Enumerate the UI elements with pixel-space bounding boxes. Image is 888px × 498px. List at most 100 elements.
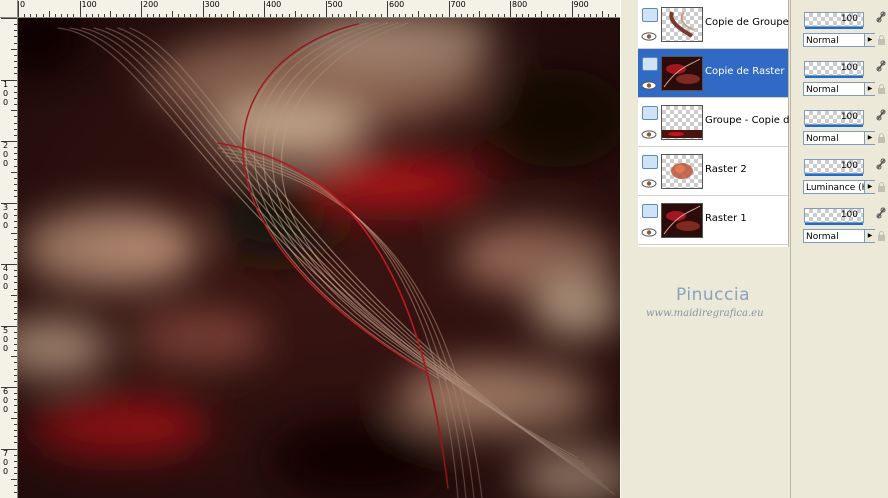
- opacity-slider[interactable]: 100: [804, 61, 864, 78]
- ruler-tick: [583, 14, 585, 17]
- dropdown-arrow-icon[interactable]: ▶: [864, 34, 875, 46]
- lock-icon[interactable]: [877, 84, 886, 94]
- layer-thumbnail: [661, 7, 703, 42]
- ruler-tick: [91, 14, 93, 17]
- layer-name: Groupe - Copie de R: [705, 115, 789, 126]
- ruler-tick: [368, 14, 370, 17]
- ruler-tick: [190, 14, 192, 17]
- ruler-tick: [491, 14, 493, 17]
- opacity-slider[interactable]: 100: [804, 159, 864, 176]
- ruler-label: 6: [3, 387, 9, 396]
- layers-list: Copie de Groupe - C Copie de Raster 1 Gr…: [638, 0, 789, 247]
- ruler-label: 900: [573, 0, 589, 9]
- opacity-slider[interactable]: 100: [804, 12, 864, 29]
- ruler-label: 0: [3, 273, 9, 282]
- dropdown-arrow-icon[interactable]: ▶: [864, 83, 875, 95]
- ruler-tick: [208, 14, 210, 17]
- eye-icon[interactable]: [641, 179, 657, 188]
- ruler-top[interactable]: 0 100 200 300 400 500 600 700 800 900: [0, 0, 620, 18]
- eye-icon[interactable]: [641, 32, 657, 41]
- lock-icon[interactable]: [877, 231, 886, 241]
- ruler-tick: [14, 245, 17, 247]
- eye-icon[interactable]: [641, 228, 657, 237]
- ruler-tick: [14, 423, 17, 425]
- lock-icon[interactable]: [877, 182, 886, 192]
- ruler-tick: [184, 14, 186, 17]
- layer-name: Raster 2: [705, 164, 747, 175]
- ruler-tick: [14, 239, 17, 241]
- ruler-tick: [147, 14, 149, 17]
- layer-row-copie-de-raster-1[interactable]: Copie de Raster 1: [638, 49, 789, 98]
- layer-icon: [642, 57, 658, 71]
- link-icon[interactable]: [876, 109, 886, 121]
- ruler-tick: [14, 430, 17, 432]
- opacity-value: 100: [840, 161, 858, 171]
- ruler-tick: [245, 14, 247, 17]
- ruler-tick: [288, 14, 290, 17]
- ruler-tick: [61, 14, 63, 17]
- ruler-tick: [14, 159, 17, 161]
- ruler-tick: [171, 11, 173, 17]
- ruler-tick: [14, 251, 17, 253]
- link-icon[interactable]: [876, 60, 886, 72]
- lock-icon[interactable]: [877, 133, 886, 143]
- layer-row-copie-de-groupe[interactable]: Copie de Groupe - C: [638, 0, 789, 49]
- ruler-tick: [14, 257, 17, 259]
- ruler-tick: [104, 14, 106, 17]
- ruler-tick: [30, 14, 32, 17]
- ruler-tick: [14, 61, 17, 63]
- dropdown-arrow-icon[interactable]: ▶: [864, 230, 875, 242]
- ruler-tick: [14, 208, 17, 210]
- layer-row-groupe-copie[interactable]: Groupe - Copie de R: [638, 98, 789, 147]
- layer-properties-panel: 100 Normal ▶ 100 Normal ▶ 100 Normal ▶ 1…: [790, 0, 888, 498]
- ruler-tick: [14, 184, 17, 186]
- ruler-tick: [430, 14, 432, 17]
- ruler-tick: [356, 11, 358, 17]
- opacity-value: 100: [840, 112, 858, 122]
- ruler-tick: [14, 460, 17, 462]
- ruler-tick: [14, 276, 17, 278]
- opacity-slider[interactable]: 100: [804, 208, 864, 225]
- ruler-tick: [73, 14, 75, 17]
- link-icon[interactable]: [876, 158, 886, 170]
- eye-icon[interactable]: [641, 130, 657, 139]
- ruler-label: 0: [3, 334, 9, 344]
- ruler-tick: [134, 14, 136, 17]
- ruler-tick: [534, 14, 536, 17]
- ruler-tick: [319, 14, 321, 17]
- ruler-left[interactable]: 100200300400500600700: [0, 17, 18, 498]
- ruler-tick: [85, 14, 87, 17]
- link-icon[interactable]: [876, 11, 886, 23]
- ruler-tick: [18, 1, 19, 17]
- layer-thumbnail: [661, 154, 703, 189]
- image-canvas[interactable]: [18, 18, 620, 498]
- ruler-label: 500: [327, 0, 343, 9]
- watermark-url: www.maidiregrafica.eu: [646, 308, 764, 319]
- ruler-tick: [220, 14, 222, 17]
- ruler-tick: [516, 14, 518, 17]
- ruler-label: 0: [3, 282, 9, 291]
- opacity-slider[interactable]: 100: [804, 110, 864, 127]
- dropdown-arrow-icon[interactable]: ▶: [864, 181, 875, 193]
- eye-icon[interactable]: [641, 81, 657, 90]
- layer-row-raster-1[interactable]: Raster 1: [638, 196, 788, 245]
- ruler-tick: [436, 14, 438, 17]
- layer-row-raster-2[interactable]: Raster 2: [638, 147, 788, 196]
- watermark-name: Pinuccia: [676, 285, 750, 305]
- dropdown-arrow-icon[interactable]: ▶: [864, 132, 875, 144]
- ruler-tick: [11, 233, 17, 235]
- ruler-tick: [14, 42, 17, 44]
- ruler-tick: [14, 337, 17, 339]
- ruler-tick: [257, 14, 259, 17]
- ruler-label: 0: [3, 220, 9, 230]
- link-icon[interactable]: [876, 207, 886, 219]
- ruler-tick: [479, 11, 481, 17]
- ruler-tick: [510, 1, 511, 17]
- ruler-tick: [460, 14, 462, 17]
- lock-icon[interactable]: [877, 35, 886, 45]
- ruler-tick: [331, 14, 333, 17]
- ruler-tick: [528, 14, 530, 17]
- ruler-tick: [14, 220, 17, 222]
- ruler-tick: [270, 14, 272, 17]
- ruler-tick: [48, 11, 50, 17]
